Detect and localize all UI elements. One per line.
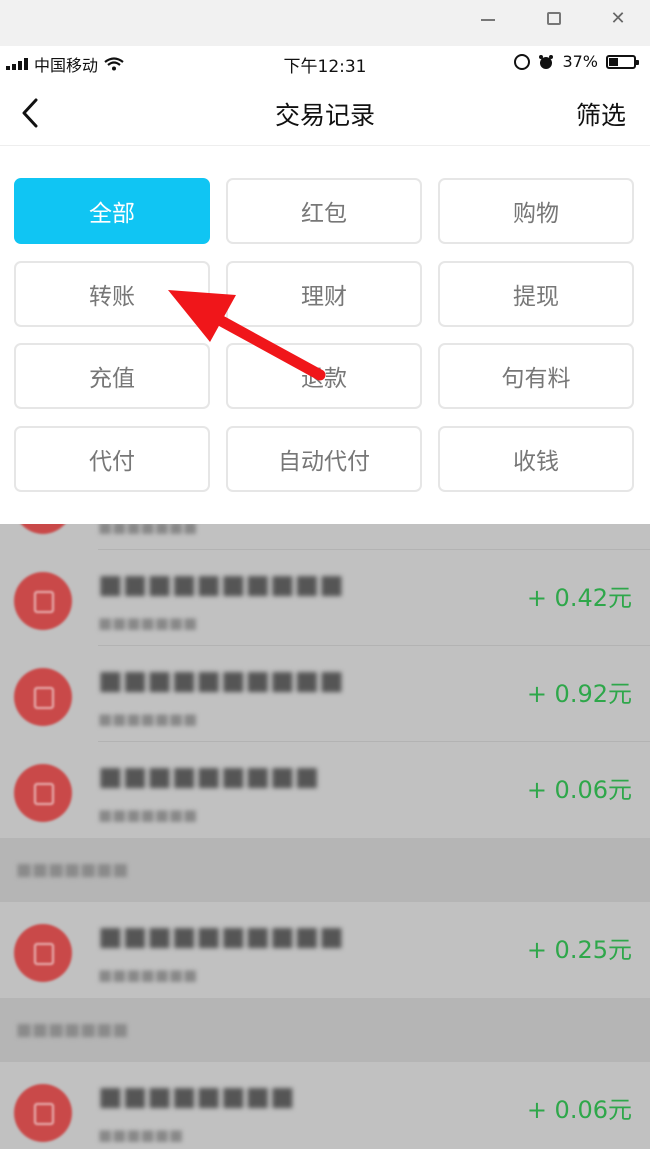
transaction-title: ■■■■■■■■■■ xyxy=(98,922,344,952)
minimize-icon xyxy=(481,19,495,21)
filter-chip-transfer[interactable]: 转账 xyxy=(14,261,210,327)
nav-bar: 交易记录 筛选 xyxy=(0,80,650,146)
filter-chip-pay-for-others[interactable]: 代付 xyxy=(14,426,210,492)
filter-panel: 全部 红包 购物 转账 理财 提现 充值 退款 句有料 代付 自动代付 收钱 xyxy=(0,146,650,524)
red-packet-icon xyxy=(14,668,72,726)
red-packet-icon xyxy=(14,524,72,534)
filter-chip-wealth[interactable]: 理财 xyxy=(226,261,422,327)
filter-chip-recharge[interactable]: 充值 xyxy=(14,343,210,409)
filter-chip-red-packet[interactable]: 红包 xyxy=(226,178,422,244)
list-item[interactable]: ■■■■■■■■■■ ■■■■■■■ + 0.42元 xyxy=(0,550,650,646)
transaction-amount: + 0.42元 xyxy=(526,584,632,612)
list-item[interactable]: ■■■■■■■ xyxy=(0,524,650,550)
maximize-button[interactable] xyxy=(536,6,572,32)
filter-chip-withdraw[interactable]: 提现 xyxy=(438,261,634,327)
battery-percentage: 37% xyxy=(562,52,598,71)
filter-chip-shopping[interactable]: 购物 xyxy=(438,178,634,244)
transaction-title: ■■■■■■■■■■ xyxy=(98,666,344,696)
transaction-amount: + 0.06元 xyxy=(526,1096,632,1124)
list-item[interactable]: ■■■■■■■■ ■■■■■■ + 0.06元 xyxy=(0,1062,650,1149)
filter-chip-auto-pay[interactable]: 自动代付 xyxy=(226,426,422,492)
filter-button[interactable]: 筛选 xyxy=(576,96,626,132)
month-label: ■■■■■■■ xyxy=(16,1020,129,1040)
filter-chip-collect[interactable]: 收钱 xyxy=(438,426,634,492)
transaction-amount: + 0.25元 xyxy=(526,936,632,964)
transaction-title: ■■■■■■■■■ xyxy=(98,762,320,792)
minimize-button[interactable] xyxy=(470,6,506,32)
list-item[interactable]: ■■■■■■■■■■ ■■■■■■■ + 0.25元 xyxy=(0,902,650,998)
red-packet-icon xyxy=(14,1084,72,1142)
filter-chip-all[interactable]: 全部 xyxy=(14,178,210,244)
orientation-lock-icon xyxy=(514,53,531,70)
transaction-date: ■■■■■■■ xyxy=(98,614,198,632)
transaction-title: ■■■■■■■■■■ xyxy=(98,570,344,600)
transaction-date: ■■■■■■■ xyxy=(98,710,198,728)
transaction-date: ■■■■■■■ xyxy=(98,966,198,984)
filter-chip-juyouliao[interactable]: 句有料 xyxy=(438,343,634,409)
close-button[interactable]: ✕ xyxy=(600,6,636,32)
list-item[interactable]: ■■■■■■■■■ ■■■■■■■ + 0.06元 xyxy=(0,742,650,838)
month-section-header: ■■■■■■■ xyxy=(0,838,650,902)
transaction-date: ■■■■■■ xyxy=(98,1126,184,1144)
transaction-title: ■■■■■■■■ xyxy=(98,1082,295,1112)
red-packet-icon xyxy=(14,924,72,982)
filter-chip-refund[interactable]: 退款 xyxy=(226,343,422,409)
transaction-amount: + 0.92元 xyxy=(526,680,632,708)
window-titlebar: ✕ xyxy=(0,0,650,46)
alarm-icon xyxy=(539,54,554,69)
month-section-header: ■■■■■■■ xyxy=(0,998,650,1062)
maximize-icon xyxy=(547,12,561,25)
close-icon: ✕ xyxy=(610,8,626,29)
transaction-amount: + 0.06元 xyxy=(526,776,632,804)
month-label: ■■■■■■■ xyxy=(16,860,129,880)
red-packet-icon xyxy=(14,764,72,822)
status-bar: 中国移动 下午12:31 37% xyxy=(0,46,650,80)
page-title: 交易记录 xyxy=(274,101,375,130)
battery-icon xyxy=(606,54,639,69)
transaction-date: ■■■■■■■ xyxy=(98,806,198,824)
transaction-date: ■■■■■■■ xyxy=(98,524,198,536)
transaction-list: ■■■■■■■ ■■■■■■■■■■ ■■■■■■■ + 0.42元 ■■■■■… xyxy=(0,524,650,1149)
red-packet-icon xyxy=(14,572,72,630)
list-item[interactable]: ■■■■■■■■■■ ■■■■■■■ + 0.92元 xyxy=(0,646,650,742)
